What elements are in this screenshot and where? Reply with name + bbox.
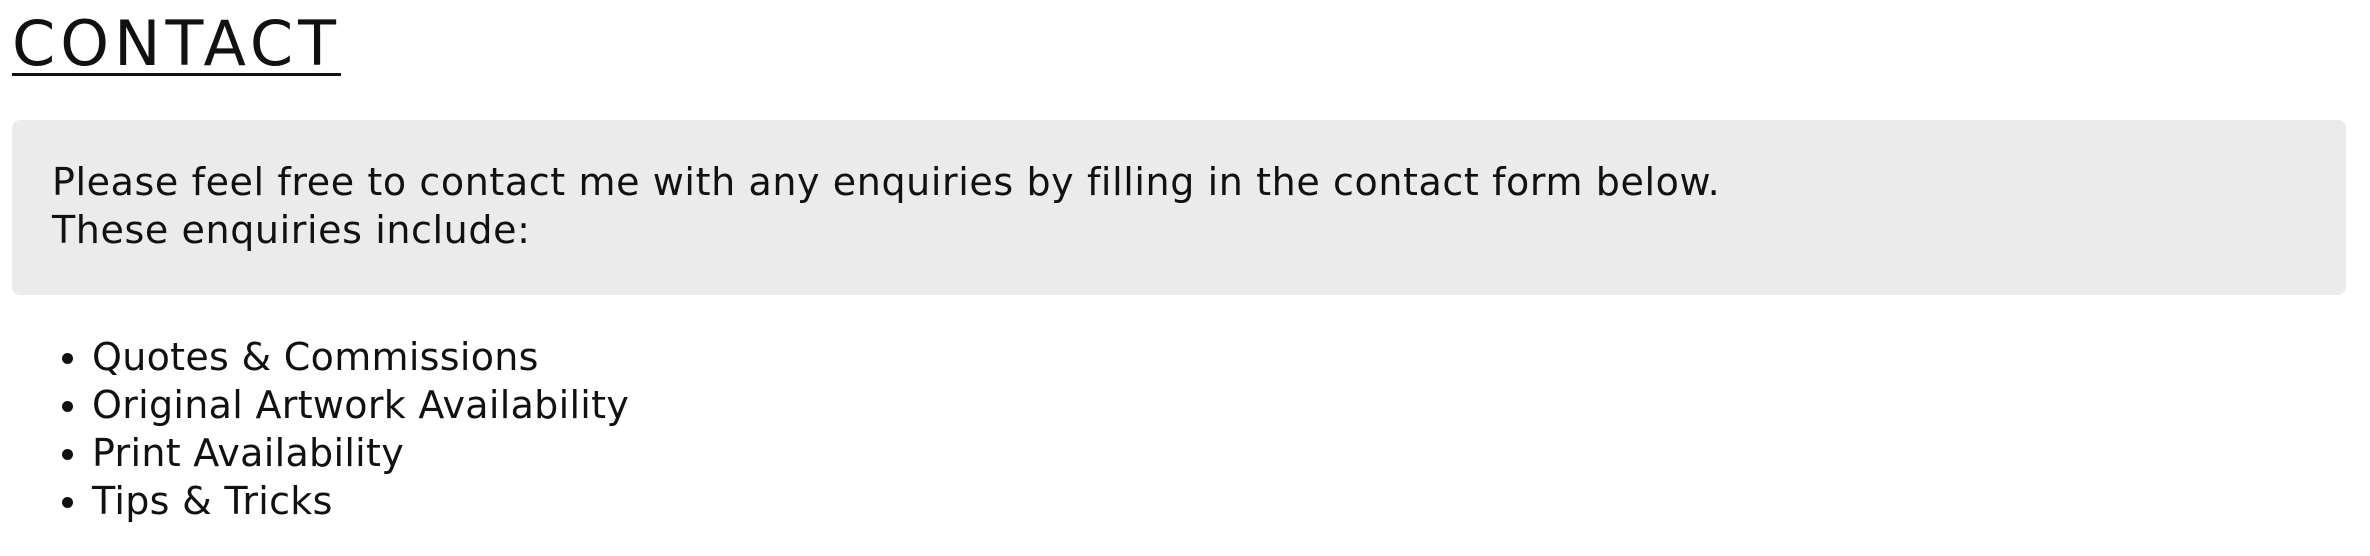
page-title: CONTACT bbox=[12, 7, 342, 80]
bullet-icon bbox=[62, 497, 73, 508]
intro-panel: Please feel free to contact me with any … bbox=[12, 120, 2346, 295]
intro-text-line-2: These enquiries include: bbox=[52, 208, 531, 252]
list-item-label: Original Artwork Availability bbox=[92, 383, 630, 427]
list-item-label: Print Availability bbox=[92, 431, 405, 475]
enquiry-types-list: Quotes & Commissions Original Artwork Av… bbox=[12, 333, 629, 525]
list-item: Quotes & Commissions bbox=[62, 333, 629, 381]
bullet-icon bbox=[62, 401, 73, 412]
list-item: Print Availability bbox=[62, 429, 629, 477]
bullet-icon bbox=[62, 353, 73, 364]
list-item-label: Tips & Tricks bbox=[92, 479, 333, 523]
list-item: Tips & Tricks bbox=[62, 477, 629, 525]
bullet-icon bbox=[62, 449, 73, 460]
list-item-label: Quotes & Commissions bbox=[92, 335, 539, 379]
list-item: Original Artwork Availability bbox=[62, 381, 630, 429]
contact-page: CONTACT Please feel free to contact me w… bbox=[0, 0, 2370, 556]
intro-text-line-1: Please feel free to contact me with any … bbox=[52, 160, 1721, 204]
